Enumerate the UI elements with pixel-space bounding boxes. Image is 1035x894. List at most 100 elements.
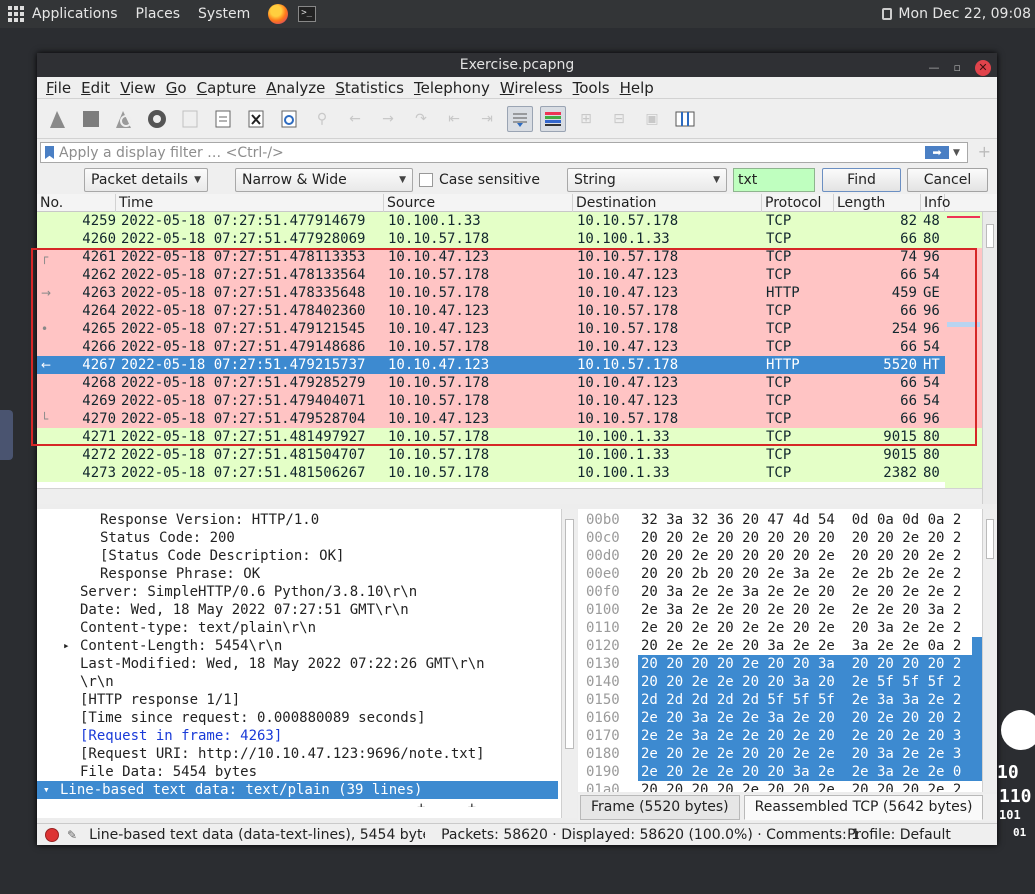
bytes-row[interactable]: 0170 2e 2e 3a 2e 2e 20 2e 20 2e 20 2e 20 …: [578, 727, 982, 745]
case-sensitive-checkbox[interactable]: [419, 173, 433, 187]
save-file-icon[interactable]: [210, 106, 236, 132]
column-header-no[interactable]: No.: [37, 194, 116, 212]
packet-row[interactable]: 4266 2022-05-18 07:27:51.479148686 10.10.5…: [37, 338, 945, 356]
column-header-source[interactable]: Source: [384, 194, 573, 212]
details-row[interactable]: [Time since request: 0.000880089 seconds…: [37, 709, 561, 727]
menu-file[interactable]: File: [46, 79, 71, 97]
filter-history-dropdown-icon[interactable]: ▼: [953, 148, 967, 158]
places-menu[interactable]: Places: [136, 6, 181, 22]
packet-row[interactable]: 4265 2022-05-18 07:27:51.479121545 10.10.4…: [37, 320, 945, 338]
details-row[interactable]: Content-Length: 5454\r\n ▸: [37, 637, 561, 655]
bytes-row[interactable]: 0110 2e 20 2e 20 2e 2e 20 2e 20 3a 2e 2e …: [578, 619, 982, 637]
bytes-row[interactable]: 0140 20 20 2e 2e 20 20 3a 20 2e 5f 5f 5f …: [578, 673, 982, 691]
system-menu[interactable]: System: [198, 6, 250, 22]
details-row[interactable]: [Status Code Description: OK]: [37, 547, 561, 565]
packet-row[interactable]: 4271 2022-05-18 07:27:51.481497927 10.10.5…: [37, 428, 945, 446]
bytes-row[interactable]: 0150 2d 2d 2d 2d 2d 5f 5f 5f 2e 3a 3a 2e …: [578, 691, 982, 709]
bytes-row[interactable]: 00d0 20 20 2e 20 20 20 20 2e 20 20 20 2e …: [578, 547, 982, 565]
packet-row[interactable]: 4263 2022-05-18 07:27:51.478335648 10.10.5…: [37, 284, 945, 302]
menu-view[interactable]: View: [120, 79, 156, 97]
zoom-in-icon[interactable]: ⊞: [573, 106, 599, 132]
display-filter-input[interactable]: [59, 144, 925, 161]
details-row[interactable]: Content-type: text/plain\r\n: [37, 619, 561, 637]
zoom-out-icon[interactable]: ⊟: [606, 106, 632, 132]
details-row[interactable]: [HTTP response 1/1]: [37, 691, 561, 709]
profile-label[interactable]: Profile: Default: [847, 827, 951, 843]
details-row[interactable]: Response Phrase: OK: [37, 565, 561, 583]
capture-options-gear-icon[interactable]: [144, 106, 170, 132]
normal-size-icon[interactable]: ▣: [639, 106, 665, 132]
menu-edit[interactable]: Edit: [81, 79, 110, 97]
bytes-row[interactable]: 0180 2e 20 2e 2e 20 20 2e 2e 20 3a 2e 2e …: [578, 745, 982, 763]
menu-go[interactable]: Go: [166, 79, 187, 97]
terminal-icon[interactable]: >_: [298, 6, 317, 22]
clock[interactable]: Mon Dec 22, 09:08: [882, 0, 1031, 28]
maximize-icon[interactable]: ▫: [954, 56, 961, 80]
resize-columns-icon[interactable]: [672, 106, 698, 132]
details-row[interactable]: \r\n: [37, 673, 561, 691]
column-header-protocol[interactable]: Protocol: [762, 194, 834, 212]
details-row[interactable]: Last-Modified: Wed, 18 May 2022 07:22:26…: [37, 655, 561, 673]
request-frame-link[interactable]: [Request in frame: 4263]: [37, 727, 561, 745]
details-selected-row[interactable]: Line-based text data: text/plain (39 lin…: [37, 781, 558, 799]
bytes-row[interactable]: 0160 2e 20 3a 2e 2e 3a 2e 20 20 2e 20 20 …: [578, 709, 982, 727]
packet-row[interactable]: 4270 2022-05-18 07:27:51.479528704 10.10.4…: [37, 410, 945, 428]
packet-row[interactable]: 4269 2022-05-18 07:27:51.479404071 10.10.5…: [37, 392, 945, 410]
packet-row[interactable]: 4261 2022-05-18 07:27:51.478113353 10.10.4…: [37, 248, 945, 266]
bytes-row[interactable]: 00c0 20 20 2e 20 20 20 20 20 20 20 2e 20 …: [578, 529, 982, 547]
details-row[interactable]: [Request URI: http://10.10.47.123:9696/n…: [37, 745, 561, 763]
menu-telephony[interactable]: Telephony: [414, 79, 490, 97]
bytes-row[interactable]: 01a0 20 20 20 20 2e 20 20 2e 20 20 20 2e …: [578, 781, 982, 792]
open-file-icon[interactable]: [177, 106, 203, 132]
close-icon[interactable]: ✕: [975, 60, 991, 76]
bookmark-icon[interactable]: [45, 146, 54, 159]
add-filter-button-icon[interactable]: +: [978, 142, 991, 161]
apply-filter-arrow-icon[interactable]: ➡: [925, 146, 949, 159]
autoscroll-icon[interactable]: [507, 105, 533, 132]
menu-capture[interactable]: Capture: [197, 79, 257, 97]
go-forward-icon[interactable]: →: [375, 106, 401, 132]
search-type-select[interactable]: String ▼: [567, 168, 727, 192]
side-handle[interactable]: [0, 410, 13, 460]
column-header-destination[interactable]: Destination: [573, 194, 762, 212]
search-in-select[interactable]: Packet details ▼: [84, 168, 208, 192]
find-button[interactable]: Find: [822, 168, 901, 192]
details-row[interactable]: Response Version: HTTP/1.0: [37, 511, 561, 529]
packet-row[interactable]: 4262 2022-05-18 07:27:51.478133564 10.10.5…: [37, 266, 945, 284]
packet-row[interactable]: 4273 2022-05-18 07:27:51.481506267 10.10.5…: [37, 464, 945, 482]
applications-menu[interactable]: Applications: [8, 6, 136, 22]
reload-file-icon[interactable]: [276, 106, 302, 132]
go-back-icon[interactable]: ←: [342, 106, 368, 132]
find-packet-icon[interactable]: ⚲: [309, 106, 335, 132]
close-file-icon[interactable]: [243, 106, 269, 132]
bytes-row[interactable]: 0190 2e 20 2e 2e 20 20 3a 2e 2e 3a 2e 2e …: [578, 763, 982, 781]
display-filter-field[interactable]: ➡ ▼: [40, 142, 968, 163]
column-header-info[interactable]: Info: [921, 194, 951, 212]
firefox-icon[interactable]: [268, 4, 289, 24]
minimize-icon[interactable]: —: [929, 56, 940, 80]
packet-row[interactable]: 4260 2022-05-18 07:27:51.477928069 10.10.5…: [37, 230, 945, 248]
go-to-packet-icon[interactable]: ↷: [408, 106, 434, 132]
menu-wireless[interactable]: Wireless: [500, 79, 563, 97]
bytes-row[interactable]: 00f0 20 3a 2e 2e 3a 2e 2e 20 2e 20 2e 2e …: [578, 583, 982, 601]
details-row[interactable]: Status Code: 200: [37, 529, 561, 547]
first-packet-icon[interactable]: ⇤: [441, 106, 467, 132]
bytes-row[interactable]: 00b0 32 3a 32 36 20 47 4d 54 0d 0a 0d 0a …: [578, 511, 982, 529]
bytes-row[interactable]: 00e0 20 20 2b 20 20 2e 3a 2e 2e 2b 2e 2e …: [578, 565, 982, 583]
menu-analyze[interactable]: Analyze: [266, 79, 325, 97]
packet-list-hscrollbar[interactable]: [37, 488, 982, 504]
tab-reassembled-tcp[interactable]: Reassembled TCP (5642 bytes): [743, 795, 984, 820]
cancel-button[interactable]: Cancel: [907, 168, 988, 192]
details-row[interactable]: Server: SimpleHTTP/0.6 Python/3.8.10\r\n: [37, 583, 561, 601]
details-scrollbar[interactable]: [561, 509, 577, 818]
bytes-row[interactable]: 0130 20 20 20 20 2e 20 20 3a 20 20 20 20 …: [578, 655, 982, 673]
packet-row[interactable]: 4267 2022-05-18 07:27:51.479215737 10.10.4…: [37, 356, 945, 374]
edit-comment-icon[interactable]: ✎: [67, 828, 77, 842]
column-header-length[interactable]: Length: [834, 194, 921, 212]
expand-arrow-icon[interactable]: ▸: [63, 637, 70, 655]
details-row[interactable]: File Data: 5454 bytes: [37, 763, 561, 781]
last-packet-icon[interactable]: ⇥: [474, 106, 500, 132]
tab-frame[interactable]: Frame (5520 bytes): [580, 795, 740, 820]
char-width-select[interactable]: Narrow & Wide ▼: [235, 168, 413, 192]
packet-row[interactable]: 4272 2022-05-18 07:27:51.481504707 10.10.5…: [37, 446, 945, 464]
